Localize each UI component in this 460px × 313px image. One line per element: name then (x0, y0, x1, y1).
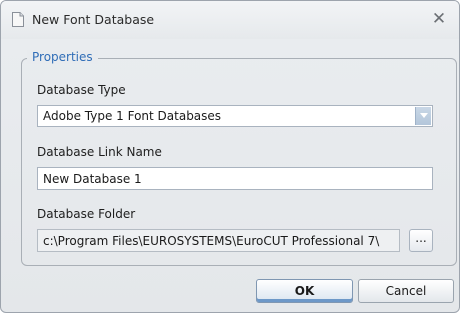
close-button[interactable]: ✕ (428, 8, 450, 30)
properties-legend: Properties (27, 50, 98, 64)
database-type-select[interactable]: Adobe Type 1 Font Databases (37, 105, 433, 127)
close-icon: ✕ (431, 9, 447, 29)
database-type-label: Database Type (37, 83, 126, 97)
window-title: New Font Database (32, 12, 155, 27)
database-link-name-input[interactable]: New Database 1 (37, 167, 433, 190)
database-type-value: Adobe Type 1 Font Databases (43, 109, 222, 123)
database-folder-label: Database Folder (37, 207, 136, 221)
document-icon (12, 12, 24, 27)
database-folder-path[interactable]: c:\Program Files\EUROSYSTEMS\EuroCUT Pro… (37, 229, 400, 252)
browse-folder-button[interactable]: ... (409, 229, 433, 252)
chevron-down-icon (420, 113, 428, 118)
database-type-dropdown-button[interactable] (415, 107, 431, 125)
cancel-button[interactable]: Cancel (358, 279, 454, 303)
new-font-database-dialog: New Font Database ✕ Properties Database … (0, 0, 460, 313)
title-bar[interactable]: New Font Database ✕ (1, 1, 459, 39)
database-link-name-label: Database Link Name (37, 145, 162, 159)
ok-button[interactable]: OK (256, 279, 353, 303)
